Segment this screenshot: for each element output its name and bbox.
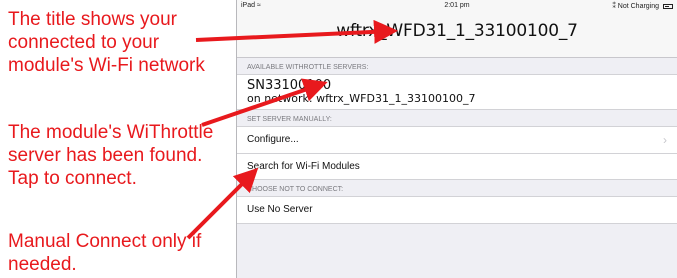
status-bar: iPad ≈ 2:01 pm ⁑ Not Charging [237,0,677,12]
battery-status: ⁑ Not Charging [612,2,673,10]
server-list-item[interactable]: SN33100100 on network: wftrx_WFD31_1_331… [237,74,677,110]
manual-list: Configure... › Search for Wi-Fi Modules [237,126,677,180]
search-wifi-modules-item[interactable]: Search for Wi-Fi Modules [237,153,677,179]
use-no-server-item[interactable]: Use No Server [237,197,677,223]
section-header-available: AVAILABLE WITHROTTLE SERVERS: [247,64,369,71]
chevron-right-icon: › [663,133,667,147]
battery-text: ⁑ Not Charging [612,3,660,10]
section-header-manual: SET SERVER MANUALLY: [247,116,332,123]
search-wifi-modules-label: Search for Wi-Fi Modules [247,161,360,172]
status-time: 2:01 pm [444,2,470,9]
no-server-list: Use No Server [237,196,677,224]
callout-title-explanation: The title shows your connected to your m… [8,9,205,76]
server-network: on network: wftrx_WFD31_1_33100100_7 [247,92,476,105]
use-no-server-label: Use No Server [247,204,313,215]
configure-label: Configure... [247,134,299,145]
server-name: SN33100100 [247,78,332,93]
ipad-screen: iPad ≈ 2:01 pm ⁑ Not Charging wftrx_WFD3… [236,0,677,278]
page-title: wftrx_WFD31_1_33100100_7 [336,21,578,41]
battery-icon [663,3,673,9]
callout-server-found: The module's WiThrottle server has been … [8,122,214,189]
configure-item[interactable]: Configure... › [237,127,677,153]
section-header-no-connect: CHOOSE NOT TO CONNECT: [247,186,344,193]
navigation-bar: wftrx_WFD31_1_33100100_7 [237,12,677,58]
callout-manual-connect: Manual Connect only if needed. [8,231,202,275]
